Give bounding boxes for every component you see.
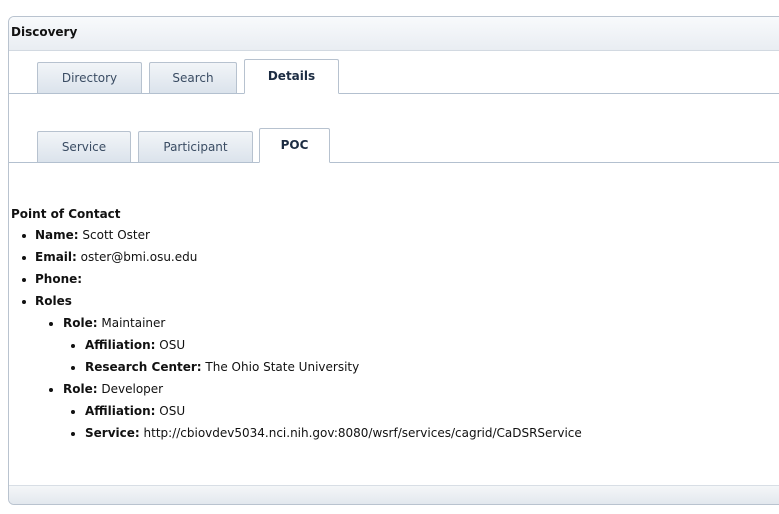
main-tab-bar: Directory Search Details bbox=[9, 52, 779, 94]
affiliation-label: Affiliation: bbox=[85, 338, 156, 352]
research-center-item: Research Center: The Ohio State Universi… bbox=[11, 359, 582, 381]
poc-content: Point of Contact Name: Scott Oster Email… bbox=[11, 207, 582, 447]
poc-phone-item: Phone: bbox=[11, 271, 582, 293]
poc-name-label: Name: bbox=[35, 228, 79, 242]
poc-phone-label: Phone: bbox=[35, 272, 83, 286]
poc-roles-item: Roles bbox=[11, 293, 582, 315]
tab-participant[interactable]: Participant bbox=[138, 131, 253, 163]
role-item-developer: Role: Developer bbox=[11, 381, 582, 403]
poc-email-item: Email: oster@bmi.osu.edu bbox=[11, 249, 582, 271]
role-item-maintainer: Role: Maintainer bbox=[11, 315, 582, 337]
affiliation-label: Affiliation: bbox=[85, 404, 156, 418]
poc-list: Name: Scott Oster Email: oster@bmi.osu.e… bbox=[11, 227, 582, 447]
poc-roles-label: Roles bbox=[35, 294, 72, 308]
role-value: Developer bbox=[101, 382, 164, 396]
role-label: Role: bbox=[63, 316, 98, 330]
service-url: http://cbiovdev5034.nci.nih.gov:8080/wsr… bbox=[143, 426, 582, 440]
tab-directory[interactable]: Directory bbox=[37, 62, 142, 94]
poc-heading: Point of Contact bbox=[11, 207, 121, 221]
poc-email-label: Email: bbox=[35, 250, 77, 264]
panel-title: Discovery bbox=[9, 17, 779, 51]
tab-poc[interactable]: POC bbox=[259, 128, 330, 163]
panel-footer bbox=[9, 485, 779, 504]
tab-search[interactable]: Search bbox=[149, 62, 237, 94]
role-value: Maintainer bbox=[101, 316, 166, 330]
poc-name-item: Name: Scott Oster bbox=[11, 227, 582, 249]
tab-details[interactable]: Details bbox=[244, 59, 339, 94]
research-center-label: Research Center: bbox=[85, 360, 202, 374]
affiliation-item: Affiliation: OSU bbox=[11, 403, 582, 425]
affiliation-item: Affiliation: OSU bbox=[11, 337, 582, 359]
affiliation-value: OSU bbox=[159, 338, 186, 352]
research-center-value: The Ohio State University bbox=[205, 360, 360, 374]
poc-email-value: oster@bmi.osu.edu bbox=[80, 250, 198, 264]
tab-service[interactable]: Service bbox=[37, 131, 131, 163]
details-tab-bar: Service Participant POC bbox=[9, 121, 779, 163]
service-item: Service: http://cbiovdev5034.nci.nih.gov… bbox=[11, 425, 582, 447]
role-label: Role: bbox=[63, 382, 98, 396]
service-label: Service: bbox=[85, 426, 140, 440]
affiliation-value: OSU bbox=[159, 404, 186, 418]
discovery-panel: Discovery Directory Search Details Servi… bbox=[8, 16, 779, 505]
poc-name-value: Scott Oster bbox=[82, 228, 150, 242]
